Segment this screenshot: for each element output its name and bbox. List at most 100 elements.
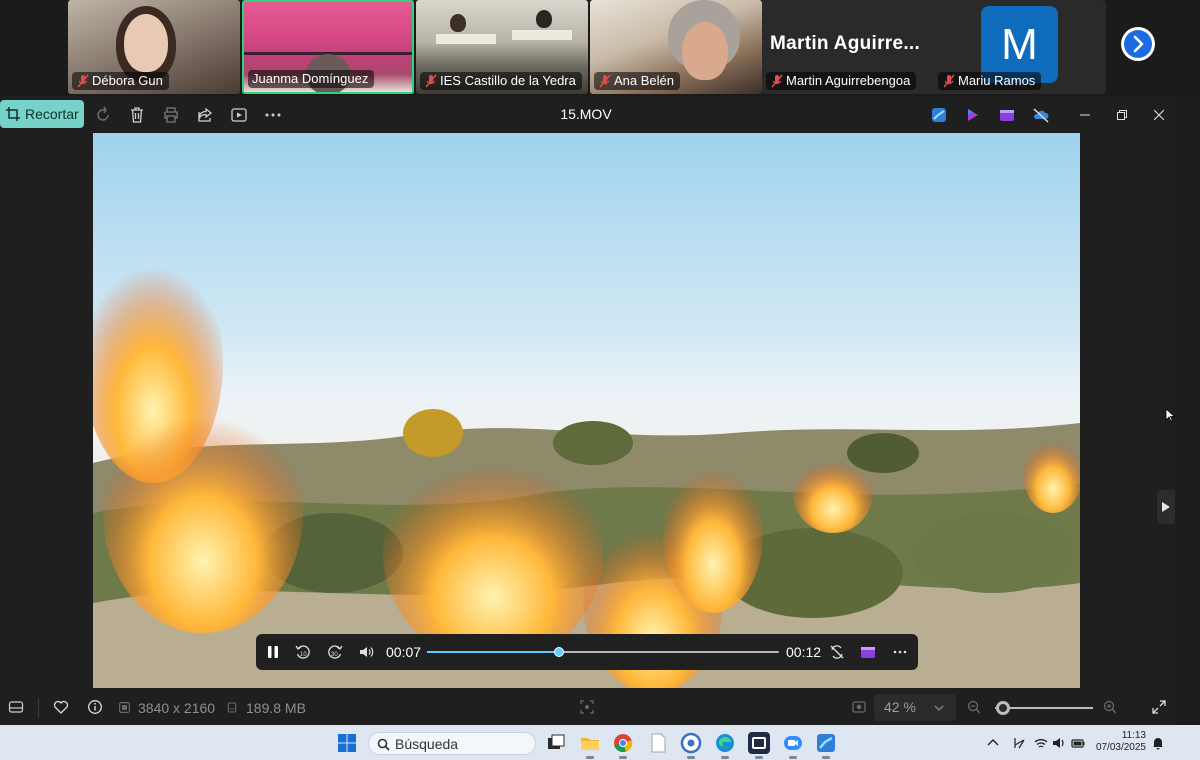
participant-tile-featured[interactable]: Martin Aguirre... M Martin Aguirrebengoa…: [762, 0, 1106, 94]
resolution-icon: [119, 702, 130, 713]
photos-app-window: Recortar 15.MOV 10 30 00:07 00:12 3840 x…: [0, 97, 1176, 725]
total-time: 00:12: [786, 644, 822, 660]
wifi-icon[interactable]: [1034, 736, 1048, 750]
teams-app-icon[interactable]: [748, 732, 770, 759]
clipchamp-icon[interactable]: [859, 643, 877, 661]
minimize-button[interactable]: [1074, 105, 1096, 125]
participant-tile-juanma[interactable]: Juanma Domínguez: [242, 0, 414, 94]
video-frame[interactable]: [93, 133, 1080, 688]
video-call-strip: Débora Gun Juanma Domínguez IES Castillo…: [0, 0, 1200, 96]
zoom-app-icon[interactable]: [782, 732, 804, 759]
image-dimensions: 3840 x 2160: [138, 700, 216, 716]
pause-icon[interactable]: [264, 643, 282, 661]
edge-icon[interactable]: [714, 732, 736, 759]
photos-app-icon[interactable]: [815, 732, 837, 759]
mic-off-icon: [425, 74, 437, 88]
participant-name: Mariu Ramos: [938, 72, 1042, 90]
video-editor-icon[interactable]: [998, 106, 1016, 124]
chevron-down-icon: [934, 705, 944, 711]
favorite-icon[interactable]: [53, 699, 69, 715]
participant-tile-ies[interactable]: IES Castillo de la Yedra: [416, 0, 588, 94]
location-icon[interactable]: [1012, 736, 1026, 750]
participant-name: Juanma Domínguez: [248, 70, 375, 88]
clock-time: 11:13: [1121, 730, 1146, 741]
zoom-dropdown[interactable]: 42 %: [874, 694, 956, 721]
zoom-value: 42 %: [884, 699, 916, 715]
restore-icon: [1117, 110, 1127, 120]
battery-icon[interactable]: [1071, 736, 1085, 750]
taskbar-search[interactable]: Búsqueda: [368, 732, 536, 755]
participant-face: [682, 22, 728, 80]
help-app-icon[interactable]: [680, 732, 702, 759]
divider: [38, 698, 39, 718]
crop-button[interactable]: Recortar: [0, 100, 84, 128]
more-icon[interactable]: [264, 106, 282, 124]
zoom-slider[interactable]: [995, 701, 1093, 715]
participant-name: IES Castillo de la Yedra: [420, 72, 582, 90]
taskbar-clock[interactable]: 11:13 07/03/2025: [1094, 730, 1146, 754]
featured-participant-name: Martin Aguirre...: [770, 33, 921, 54]
chevron-right-icon: [1162, 502, 1170, 512]
rewind-10-icon[interactable]: 10: [294, 643, 312, 661]
minimize-icon: [1080, 114, 1090, 116]
slideshow-icon[interactable]: [230, 106, 248, 124]
windows-start-icon[interactable]: [338, 734, 356, 752]
photos-app-icon[interactable]: [930, 106, 948, 124]
restore-button[interactable]: [1111, 105, 1133, 125]
chrome-icon[interactable]: [612, 732, 634, 759]
participant-tile-ana[interactable]: Ana Belén: [590, 0, 762, 94]
clock-date: 07/03/2025: [1095, 742, 1146, 753]
search-icon: [377, 738, 390, 751]
zoom-slider-thumb[interactable]: [995, 701, 1010, 715]
wildfire-scene: [93, 243, 1080, 688]
next-item-handle[interactable]: [1157, 490, 1175, 524]
more-icon[interactable]: [891, 643, 909, 661]
actual-size-icon[interactable]: [851, 699, 867, 715]
seek-bar[interactable]: [427, 647, 779, 657]
current-time: 00:07: [386, 644, 422, 660]
chevron-right-icon: [1133, 35, 1144, 53]
rotate-icon[interactable]: [94, 106, 112, 124]
delete-icon[interactable]: [128, 106, 146, 124]
filmstrip-icon[interactable]: [8, 699, 24, 715]
repeat-off-icon[interactable]: [828, 643, 846, 661]
participant-face: [124, 14, 168, 72]
info-icon[interactable]: [87, 699, 103, 715]
forward-30-icon[interactable]: 30: [326, 643, 344, 661]
svg-text:30: 30: [331, 652, 338, 658]
share-icon[interactable]: [196, 106, 214, 124]
volume-icon[interactable]: [358, 643, 376, 661]
participant-name: Ana Belén: [594, 72, 680, 90]
zoom-in-icon[interactable]: [1102, 699, 1118, 715]
file-explorer-icon[interactable]: [579, 732, 601, 759]
participant-name: Martin Aguirrebengoa: [766, 72, 917, 90]
search-placeholder: Búsqueda: [395, 736, 459, 752]
volume-icon[interactable]: [1052, 736, 1066, 750]
windows-taskbar: Búsqueda 11:13 07/03/2025: [0, 725, 1200, 760]
onedrive-icon[interactable]: [1032, 106, 1050, 124]
svg-text:10: 10: [300, 652, 307, 658]
fullscreen-icon[interactable]: [1151, 699, 1167, 715]
media-player-controls: 10 30 00:07 00:12: [256, 634, 918, 670]
participant-tile-debora[interactable]: Débora Gun: [68, 0, 240, 94]
print-icon[interactable]: [162, 106, 180, 124]
mic-off-icon: [599, 74, 611, 88]
file-size: 189.8 MB: [246, 700, 306, 716]
title-bar: Recortar 15.MOV: [0, 97, 1176, 133]
zoom-out-icon[interactable]: [966, 699, 982, 715]
notification-bell-icon[interactable]: [1151, 736, 1165, 750]
participant-name: Débora Gun: [72, 72, 169, 90]
classroom-desk: [512, 30, 572, 40]
close-icon: [1153, 109, 1165, 121]
next-participants-button[interactable]: [1121, 27, 1155, 61]
clipchamp-icon[interactable]: [964, 106, 982, 124]
task-view-icon[interactable]: [545, 732, 567, 754]
fit-to-window-icon[interactable]: [579, 699, 595, 715]
chevron-up-icon[interactable]: [986, 736, 1000, 750]
mouse-cursor-icon: [1165, 408, 1175, 422]
seek-thumb[interactable]: [554, 647, 564, 657]
notepad-icon[interactable]: [647, 732, 669, 754]
student: [536, 10, 552, 28]
crop-icon: [6, 107, 20, 121]
close-button[interactable]: [1148, 105, 1170, 125]
